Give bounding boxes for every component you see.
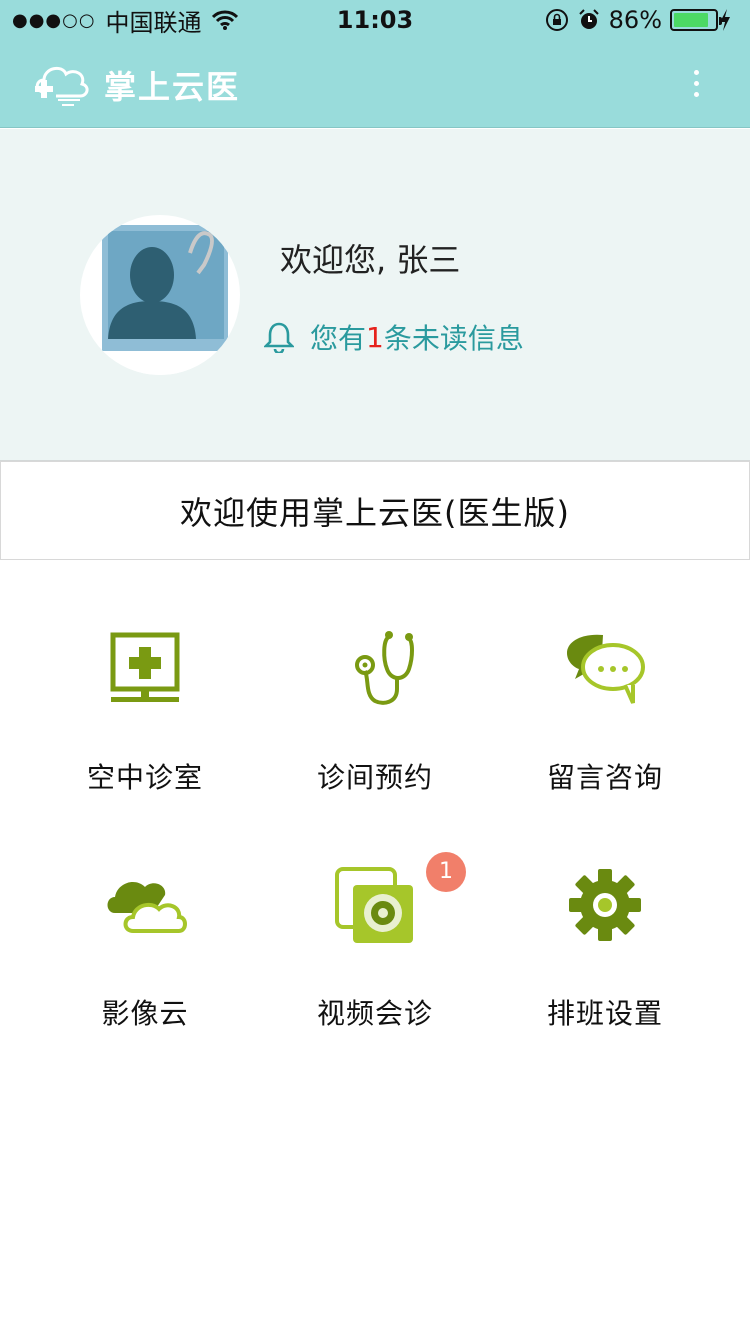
menu-label: 留言咨询 <box>546 761 663 794</box>
more-dot <box>693 81 699 86</box>
unread-notice[interactable]: 您有 1 条未读信息 <box>264 317 524 357</box>
status-right: 86% <box>545 4 740 36</box>
notice-prefix: 您有 <box>310 322 367 355</box>
app-title: 掌上云医 <box>104 68 241 106</box>
rotation-lock-icon <box>545 9 568 31</box>
monitor-medical-icon <box>30 624 260 714</box>
more-options-button[interactable] <box>684 70 708 100</box>
avatar[interactable] <box>80 215 240 375</box>
menu-label: 影像云 <box>101 997 189 1030</box>
menu-label: 视频会诊 <box>316 997 433 1030</box>
chat-bubbles-icon <box>490 624 720 714</box>
menu-tile-air-clinic[interactable]: 空中诊室 <box>30 560 260 796</box>
stethoscope-icon <box>260 624 490 714</box>
top-area: ●●●○○ 中国联通 11:03 86% 掌上云医 <box>0 0 750 128</box>
bell-icon <box>264 322 294 353</box>
menu-tile-imaging-cloud[interactable]: 影像云 <box>30 796 260 1032</box>
alarm-icon <box>578 9 599 29</box>
cloud-icon <box>30 860 260 950</box>
menu-label: 诊间预约 <box>316 761 433 794</box>
battery-tip <box>719 17 722 25</box>
cloud-medical-logo-icon <box>35 66 89 106</box>
notification-badge: 1 <box>426 852 466 892</box>
app-bar: 掌上云医 <box>0 40 750 128</box>
menu-tile-schedule-settings[interactable]: 排班设置 <box>490 796 720 1032</box>
status-bar: ●●●○○ 中国联通 11:03 86% <box>0 0 750 40</box>
welcome-banner: 欢迎使用掌上云医(医生版) <box>0 461 750 560</box>
battery-icon <box>670 9 722 31</box>
gear-icon <box>490 860 720 950</box>
menu-tile-message-consult[interactable]: 留言咨询 <box>490 560 720 796</box>
notice-suffix: 条未读信息 <box>383 322 524 355</box>
menu-tile-appointment[interactable]: 诊间预约 <box>260 560 490 796</box>
menu-label: 排班设置 <box>546 997 663 1030</box>
profile-panel: 欢迎您, 张三 您有 1 条未读信息 <box>0 129 750 461</box>
avatar-placeholder-icon <box>102 225 228 375</box>
battery-percent: 86% <box>608 6 662 34</box>
menu-tile-video-consult[interactable]: 1 视频会诊 <box>260 796 490 1032</box>
unread-count: 1 <box>366 320 384 354</box>
more-dot <box>693 70 699 75</box>
menu-label: 空中诊室 <box>86 761 203 794</box>
more-dot <box>693 92 699 97</box>
battery-level <box>674 13 709 27</box>
greeting-text: 欢迎您, 张三 <box>280 241 461 279</box>
